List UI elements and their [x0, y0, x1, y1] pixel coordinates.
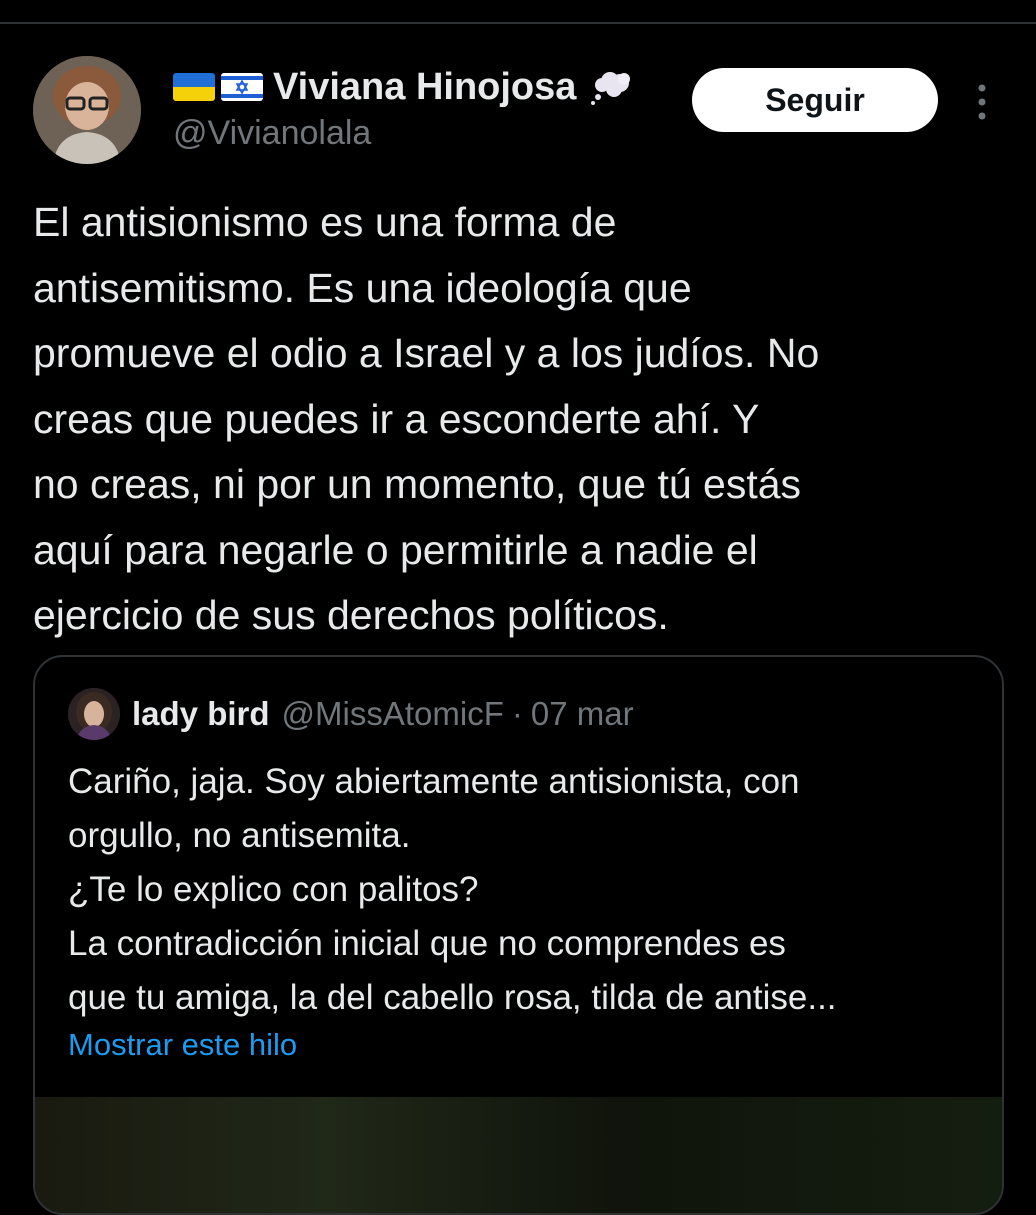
tweet-line: creas que puedes ir a esconderte ahí. Y [33, 395, 760, 442]
more-vertical-icon[interactable] [968, 80, 996, 124]
quote-author-avatar[interactable] [68, 688, 120, 740]
tweet-line: antisemitismo. Es una ideología que [33, 264, 692, 311]
tweet-line: no creas, ni por un momento, que tú está… [33, 461, 802, 507]
quote-separator: · [511, 695, 523, 732]
quote-line: que tu amiga, la del cabello rosa, tilda… [68, 978, 837, 1017]
follow-button[interactable]: Seguir [692, 68, 938, 132]
quote-text: Cariño, jaja. Soy abiertamente antisioni… [68, 755, 988, 1025]
ukraine-flag-icon [173, 73, 215, 101]
quoted-tweet-card[interactable]: lady bird @MissAtomicF · 07 mar Cariño, … [33, 655, 1004, 1215]
quote-line: ¿Te lo explico con palitos? [68, 870, 479, 909]
quote-line: Cariño, jaja. Soy abiertamente antisioni… [68, 762, 800, 801]
israel-flag-icon [221, 73, 263, 101]
avatar-image [33, 56, 141, 164]
thought-bubble-icon [588, 67, 634, 107]
tweet-line: promueve el odio a Israel y a los judíos… [33, 330, 820, 376]
quote-date[interactable]: 07 mar [531, 695, 634, 733]
author-avatar[interactable] [33, 56, 141, 164]
quote-header: lady bird @MissAtomicF · 07 mar [68, 687, 634, 741]
quote-media-image[interactable] [35, 1097, 1002, 1213]
tweet-text: El antisionismo es una forma de antisemi… [33, 190, 1008, 649]
tweet-line: aquí para negarle o permitirle a nadie e… [33, 526, 758, 573]
author-display-name[interactable]: Viviana Hinojosa [273, 66, 576, 109]
top-divider [0, 22, 1036, 24]
quote-author-name[interactable]: lady bird [132, 695, 270, 733]
tweet-line: ejercicio de sus derechos políticos. [33, 592, 669, 638]
quote-author-handle[interactable]: @MissAtomicF [282, 695, 504, 733]
tweet-line: El antisionismo es una forma de [33, 199, 617, 245]
show-thread-link[interactable]: Mostrar este hilo [68, 1027, 297, 1063]
quote-line: La contradicción inicial que no comprend… [68, 924, 786, 963]
quote-line: orgullo, no antisemita. [68, 816, 411, 855]
author-handle[interactable]: @Vivianolala [173, 114, 371, 153]
author-name-row: Viviana Hinojosa [173, 62, 634, 112]
